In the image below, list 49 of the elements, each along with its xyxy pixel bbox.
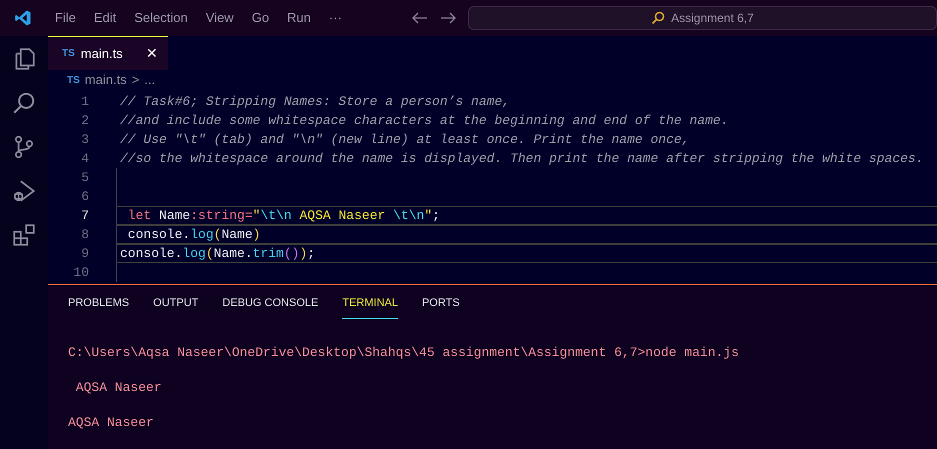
- panel-tab[interactable]: PORTS: [422, 295, 460, 319]
- menu-item[interactable]: Run: [279, 8, 319, 28]
- menu-item[interactable]: View: [198, 8, 242, 28]
- menu-item[interactable]: Selection: [126, 8, 196, 28]
- code-line: console.log(Name): [117, 225, 937, 244]
- code-line: // Task#6; Stripping Names: Store a person’s name,: [119, 92, 512, 111]
- code-line: let Name:string="\t\n AQSA Naseer \t\n";: [117, 206, 937, 225]
- code-line: // Use "\t" (tab) and "\n" (new line) at least once. Print the name once,: [119, 130, 690, 149]
- back-arrow-icon[interactable]: [412, 12, 428, 24]
- line-number: 7: [80, 206, 90, 225]
- panel-tab[interactable]: OUTPUT: [153, 295, 198, 319]
- terminal-line: AQSA Naseer: [74, 379, 163, 397]
- menu-item[interactable]: Edit: [86, 8, 124, 28]
- typescript-file-icon: TS: [62, 46, 75, 61]
- run-debug-icon[interactable]: [11, 178, 37, 204]
- terminal-line: C:\Users\Aqsa Naseer\OneDrive\Desktop\Shahqs\45 assignment\Assignment 6,7>node main.js: [68, 344, 740, 362]
- panel-tab[interactable]: PROBLEMS: [68, 295, 130, 319]
- tab-label: main.ts: [80, 44, 123, 63]
- terminal-line: AQSA Naseer: [68, 414, 155, 432]
- forward-arrow-icon[interactable]: [440, 12, 456, 24]
- typescript-file-icon: TS: [67, 72, 80, 88]
- command-center[interactable]: Assignment 6,7: [468, 6, 937, 30]
- line-number: 2: [80, 112, 90, 130]
- code-line: console.log(Name.trim());: [117, 244, 937, 263]
- menu-item[interactable]: ···: [320, 8, 350, 28]
- close-icon[interactable]: ✕: [146, 43, 158, 64]
- breadcrumb-symbols[interactable]: ...: [144, 70, 156, 90]
- line-number: 3: [80, 130, 90, 149]
- code-line: //and include some whitespace characters at the beginning and end of the name.: [119, 112, 730, 130]
- breadcrumb-separator: >: [132, 71, 140, 90]
- line-number: 10: [72, 264, 90, 282]
- code-line: //so the whitespace around the name is displayed. Then print the name after stripping the white spaces.: [119, 150, 925, 168]
- app-logo-icon: [14, 9, 32, 27]
- menu-item[interactable]: File: [46, 8, 84, 28]
- search-icon: [651, 11, 666, 25]
- line-number: 9: [80, 244, 90, 263]
- line-number: 6: [80, 188, 90, 206]
- command-center-text: Assignment 6,7: [671, 10, 754, 27]
- extensions-icon[interactable]: [11, 222, 37, 248]
- line-number: 8: [80, 226, 90, 244]
- line-number: 4: [80, 150, 90, 168]
- line-number: 1: [80, 92, 90, 111]
- search-icon[interactable]: [11, 90, 37, 116]
- menu-item[interactable]: Go: [244, 8, 278, 28]
- breadcrumb-file[interactable]: main.ts: [84, 70, 127, 90]
- panel-tab[interactable]: DEBUG CONSOLE: [222, 295, 318, 319]
- panel-tab[interactable]: TERMINAL: [342, 295, 398, 319]
- line-number: 5: [80, 168, 90, 187]
- editor-tab[interactable]: TS main.ts ✕: [48, 36, 168, 70]
